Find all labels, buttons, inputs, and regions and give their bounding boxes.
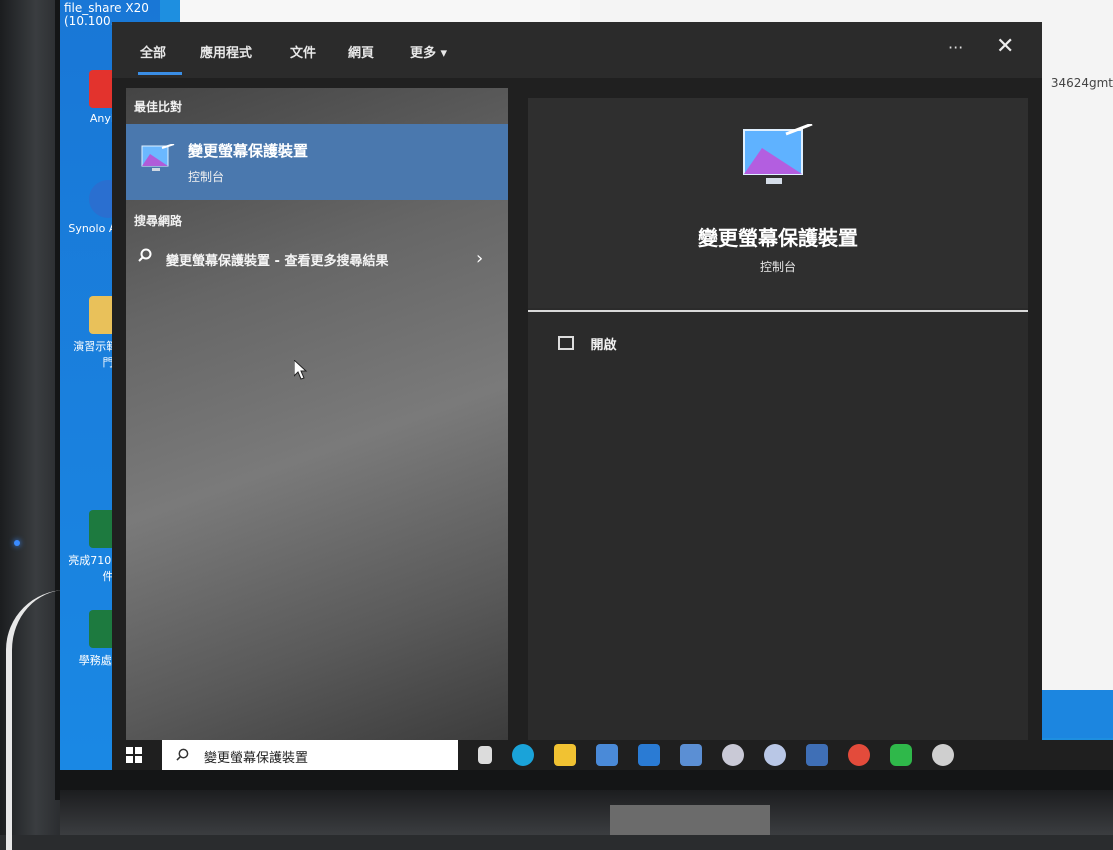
web-search-text: 變更螢幕保護裝置 - 查看更多搜尋結果 (166, 254, 389, 269)
mail-icon[interactable] (638, 744, 660, 766)
search-icon (138, 248, 152, 262)
screen: 34624gmt file_share X20 (10.100. AnyDe S… (60, 0, 1113, 770)
background-blue-bar (1040, 690, 1113, 738)
monitor-stand (60, 790, 1113, 835)
screensaver-large-icon (743, 124, 813, 184)
chrome-icon[interactable] (848, 744, 870, 766)
taskbar-search-box[interactable] (162, 740, 458, 770)
power-led (14, 540, 20, 546)
tab-all[interactable]: 全部 (140, 42, 166, 61)
preview-title: 變更螢幕保護裝置 (698, 226, 858, 250)
results-list: 最佳比對 變更螢幕保護裝置 控制台 搜尋網路 變更螢幕保護裝置 - 查看更多搜尋… (126, 88, 508, 740)
more-options-button[interactable]: ··· (948, 38, 963, 57)
tab-documents[interactable]: 文件 (290, 42, 316, 61)
best-match-title: 變更螢幕保護裝置 (188, 142, 309, 160)
search-panel: 全部 應用程式 文件 網頁 更多 ▾ ··· ✕ 最佳比對 變更螢幕保護裝置 控… (112, 22, 1042, 740)
active-tab-indicator (138, 72, 182, 75)
chevron-right-icon: › (476, 248, 484, 269)
tab-web[interactable]: 網頁 (348, 42, 374, 61)
paint-icon[interactable] (722, 744, 744, 766)
task-view-icon[interactable] (478, 746, 492, 764)
divider (528, 310, 1028, 312)
best-match-subtitle: 控制台 (188, 170, 225, 184)
search-icon (176, 748, 189, 761)
monitor-stand-post (610, 805, 770, 835)
windows-start-icon[interactable] (126, 747, 142, 763)
best-match-item[interactable]: 變更螢幕保護裝置 控制台 (126, 124, 508, 200)
close-button[interactable]: ✕ (996, 34, 1014, 59)
paint-3d-icon[interactable] (764, 744, 786, 766)
open-button[interactable]: 開啟 (558, 334, 617, 353)
open-label: 開啟 (590, 338, 617, 353)
remote-desktop-icon[interactable] (680, 744, 702, 766)
search-tabs: 全部 應用程式 文件 網頁 更多 ▾ ··· ✕ (112, 22, 1042, 78)
best-match-heading: 最佳比對 (134, 100, 183, 114)
web-search-heading: 搜尋網路 (134, 214, 183, 228)
store-icon[interactable] (596, 744, 618, 766)
calculator-icon[interactable] (806, 744, 828, 766)
tab-more[interactable]: 更多 ▾ (410, 42, 447, 61)
line-icon[interactable] (890, 744, 912, 766)
background-window-text: 34624gmt (1050, 76, 1113, 90)
open-icon (558, 336, 574, 350)
taskbar-apps (468, 740, 964, 770)
preview-header: 變更螢幕保護裝置 控制台 (528, 98, 1028, 308)
mouse-cursor-icon (294, 360, 308, 380)
tab-apps[interactable]: 應用程式 (200, 42, 252, 61)
preview-subtitle: 控制台 (759, 260, 796, 274)
background-window-tabs (180, 0, 580, 24)
file-explorer-icon[interactable] (554, 744, 576, 766)
taskbar-search-input[interactable] (202, 745, 446, 767)
settings-icon[interactable] (932, 744, 954, 766)
screensaver-icon (141, 144, 175, 171)
edge-icon[interactable] (512, 744, 534, 766)
taskbar (112, 740, 1113, 770)
preview-pane: 變更螢幕保護裝置 控制台 開啟 (528, 98, 1028, 740)
web-search-result[interactable]: 變更螢幕保護裝置 - 查看更多搜尋結果 › (126, 240, 508, 280)
